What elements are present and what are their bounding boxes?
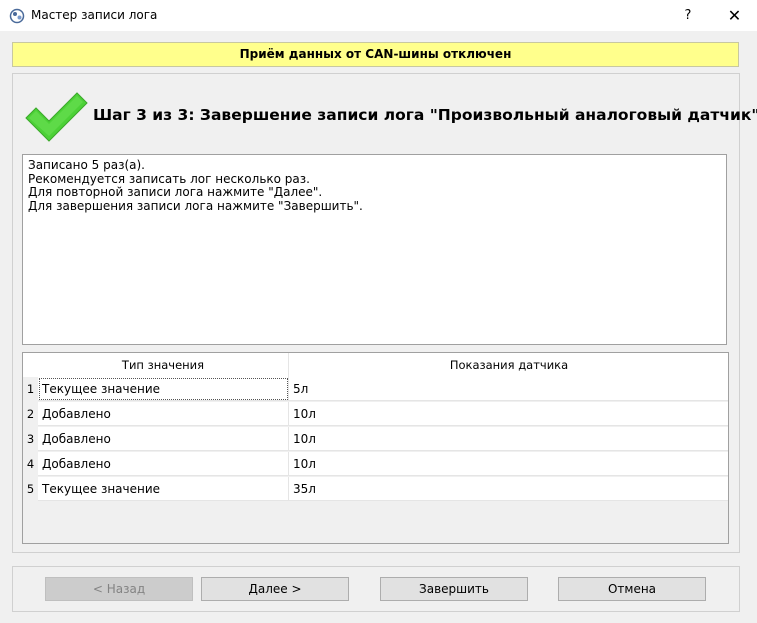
cell-type[interactable]: Текущее значение bbox=[38, 377, 289, 401]
cell-value[interactable]: 10л bbox=[289, 452, 728, 476]
cell-type[interactable]: Добавлено bbox=[38, 402, 289, 426]
row-number: 5 bbox=[23, 477, 38, 502]
message-box: Записано 5 раз(а). Рекомендуется записат… bbox=[22, 154, 727, 345]
help-button[interactable]: ? bbox=[670, 0, 706, 31]
app-icon bbox=[9, 8, 25, 24]
status-banner: Приём данных от CAN-шины отключен bbox=[12, 42, 739, 67]
step-title: Шаг 3 из 3: Завершение записи лога "Прои… bbox=[93, 106, 757, 124]
cell-value[interactable]: 5л bbox=[289, 377, 728, 401]
message-line: Для завершения записи лога нажмите "Заве… bbox=[28, 198, 363, 213]
row-number: 3 bbox=[23, 427, 38, 452]
next-button[interactable]: Далее > bbox=[201, 577, 349, 601]
cell-value[interactable]: 10л bbox=[289, 427, 728, 451]
table-row[interactable]: 3 Добавлено 10л bbox=[23, 427, 728, 452]
log-table: Тип значения Показания датчика 1 Текущее… bbox=[22, 352, 729, 544]
cell-value[interactable]: 10л bbox=[289, 402, 728, 426]
table-row[interactable]: 5 Текущее значение 35л bbox=[23, 477, 728, 502]
table-header: Тип значения Показания датчика bbox=[23, 353, 728, 378]
row-number: 1 bbox=[23, 377, 38, 402]
window-title: Мастер записи лога bbox=[31, 8, 158, 22]
close-button[interactable]: ✕ bbox=[712, 0, 757, 31]
cell-type[interactable]: Добавлено bbox=[38, 452, 289, 476]
row-number: 2 bbox=[23, 402, 38, 427]
row-number: 4 bbox=[23, 452, 38, 477]
cell-type[interactable]: Добавлено bbox=[38, 427, 289, 451]
finish-button[interactable]: Завершить bbox=[380, 577, 528, 601]
table-row[interactable]: 4 Добавлено 10л bbox=[23, 452, 728, 477]
message-line: Рекомендуется записать лог несколько раз… bbox=[28, 171, 310, 186]
message-line: Записано 5 раз(а). bbox=[28, 158, 145, 172]
table-row[interactable]: 2 Добавлено 10л bbox=[23, 402, 728, 427]
cancel-button[interactable]: Отмена bbox=[558, 577, 706, 601]
checkmark-icon bbox=[25, 92, 88, 142]
message-line: Для повторной записи лога нажмите "Далее… bbox=[28, 185, 323, 199]
cell-value[interactable]: 35л bbox=[289, 477, 728, 501]
table-corner bbox=[23, 353, 38, 377]
cell-type[interactable]: Текущее значение bbox=[38, 477, 289, 501]
title-bar: Мастер записи лога ? ✕ bbox=[0, 0, 757, 31]
column-header-type[interactable]: Тип значения bbox=[38, 353, 289, 377]
column-header-value[interactable]: Показания датчика bbox=[289, 353, 728, 377]
back-button[interactable]: < Назад bbox=[45, 577, 193, 601]
table-row[interactable]: 1 Текущее значение 5л bbox=[23, 377, 728, 402]
